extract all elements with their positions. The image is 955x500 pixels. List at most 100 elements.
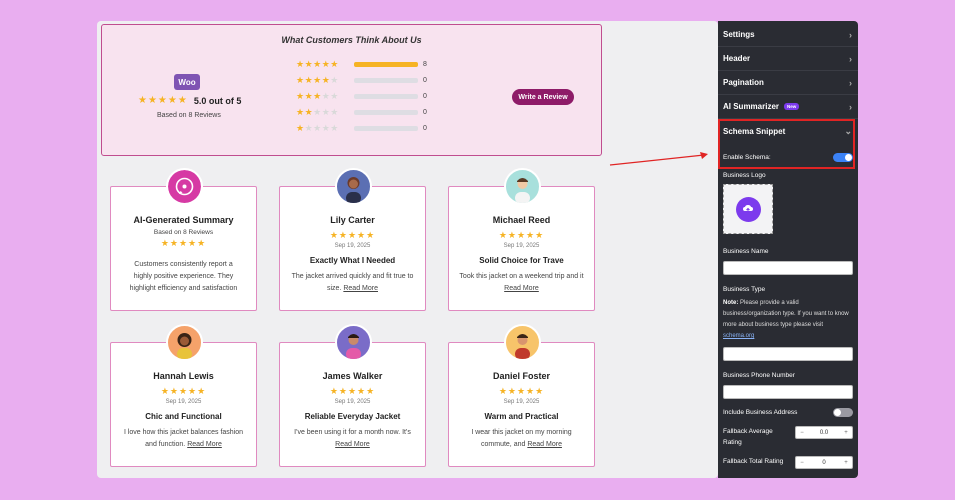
- ai-summary-text: Customers consistently report a highly p…: [129, 261, 238, 292]
- rating-distribution: ★★★★★ 8 ★★★★★ 0 ★★★★★ 0 ★★★★★ 0 ★★★★★ 0: [296, 56, 427, 136]
- distribution-stars: ★★★★★: [296, 90, 339, 101]
- review-stars: ★★★★★: [329, 386, 376, 396]
- read-more-link[interactable]: Read More: [187, 441, 222, 448]
- business-type-note: Note: Please provide a valid business/or…: [723, 298, 853, 342]
- enable-schema-label: Enable Schema:: [723, 154, 771, 161]
- review-date: Sep 19, 2025: [503, 399, 540, 405]
- distribution-count: 0: [423, 92, 427, 100]
- plus-icon[interactable]: +: [840, 460, 852, 466]
- review-text: I've been using it for a month now. It's: [294, 429, 411, 436]
- plus-icon[interactable]: +: [840, 430, 852, 436]
- section-pagination[interactable]: Pagination ›: [718, 71, 858, 95]
- fallback-average-stepper[interactable]: − 0.0 +: [795, 426, 853, 439]
- new-badge: New: [784, 103, 800, 110]
- distribution-bar: [354, 61, 418, 67]
- reviewer-avatar: [166, 324, 203, 361]
- schema-org-link[interactable]: schema.org: [723, 333, 754, 339]
- distribution-stars: ★★★★★: [296, 122, 339, 133]
- average-rating: ★★★★★ 5.0 out of 5: [138, 95, 241, 106]
- review-body: I wear this jacket on my morning commute…: [459, 427, 584, 451]
- chevron-right-icon: ›: [849, 101, 852, 112]
- review-text: Took this jacket on a weekend trip and i…: [459, 273, 584, 280]
- read-more-link[interactable]: Read More: [335, 441, 370, 448]
- distribution-row: ★★★★★ 0: [296, 72, 427, 88]
- include-address-label: Include Business Address: [723, 409, 798, 416]
- distribution-bar: [354, 125, 418, 131]
- business-name-input[interactable]: [723, 261, 853, 275]
- fallback-total-label: Fallback Total Rating: [723, 458, 784, 465]
- fallback-average-value: 0.0: [819, 429, 829, 436]
- ai-summary-subtitle: Based on 8 Reviews: [153, 229, 214, 236]
- business-phone-input[interactable]: [723, 385, 853, 399]
- review-body: Took this jacket on a weekend trip and i…: [459, 271, 584, 295]
- review-card: James Walker ★★★★★ Sep 19, 2025 Reliable…: [279, 324, 426, 467]
- include-address-toggle[interactable]: [833, 408, 853, 417]
- section-header[interactable]: Header ›: [718, 47, 858, 71]
- fallback-total-stepper[interactable]: − 0 +: [795, 456, 853, 469]
- based-on-count: Based on 8 Reviews: [157, 112, 221, 119]
- review-body: I love how this jacket balances fashion …: [121, 427, 246, 451]
- annotation-arrow: [609, 152, 708, 166]
- business-type-input[interactable]: [723, 347, 853, 361]
- ai-summary-title: AI-Generated Summary: [133, 215, 234, 225]
- distribution-bar: [354, 77, 418, 83]
- review-stars: ★★★★★: [498, 386, 545, 396]
- chevron-right-icon: ›: [849, 53, 852, 64]
- note-bold: Note:: [723, 300, 739, 306]
- review-text: I love how this jacket balances fashion …: [123, 429, 244, 448]
- rating-summary: What Customers Think About Us Woo ★★★★★ …: [101, 24, 602, 156]
- write-review-button[interactable]: Write a Review: [512, 89, 574, 105]
- review-stars: ★★★★★: [329, 230, 376, 240]
- business-logo-upload[interactable]: [723, 184, 773, 234]
- summary-title: What Customers Think About Us: [281, 35, 422, 45]
- reviewer-avatar: [504, 168, 541, 205]
- business-phone-label: Business Phone Number: [723, 372, 795, 379]
- review-date: Sep 19, 2025: [165, 399, 202, 405]
- business-logo-label: Business Logo: [723, 172, 766, 179]
- review-date: Sep 19, 2025: [334, 243, 371, 249]
- reviewer-name: Michael Reed: [492, 215, 551, 225]
- section-label: Header: [723, 54, 751, 63]
- distribution-row: ★★★★★ 0: [296, 120, 427, 136]
- review-body: I've been using it for a month now. It's…: [290, 427, 415, 451]
- distribution-stars: ★★★★★: [296, 74, 339, 85]
- minus-icon[interactable]: −: [796, 460, 808, 466]
- distribution-count: 8: [423, 60, 427, 68]
- read-more-link[interactable]: Read More: [343, 285, 378, 292]
- review-stars: ★★★★★: [160, 386, 207, 396]
- chevron-right-icon: ›: [849, 29, 852, 40]
- review-title: Warm and Practical: [484, 412, 559, 421]
- upload-icon: [735, 196, 761, 222]
- section-ai-summarizer[interactable]: AI Summarizer New ›: [718, 95, 858, 119]
- distribution-stars: ★★★★★: [296, 58, 339, 69]
- schema-highlight-box: [718, 119, 855, 169]
- distribution-row: ★★★★★ 8: [296, 56, 427, 72]
- review-body: The jacket arrived quickly and fit true …: [290, 271, 415, 295]
- distribution-bar-fill: [354, 61, 418, 67]
- section-label: Settings: [723, 30, 755, 39]
- distribution-count: 0: [423, 124, 427, 132]
- read-more-link[interactable]: Read More: [504, 285, 539, 292]
- reviewer-name: Hannah Lewis: [153, 371, 214, 381]
- ai-summary-card: AI-Generated Summary Based on 8 Reviews …: [110, 168, 257, 311]
- distribution-count: 0: [423, 76, 427, 84]
- section-settings[interactable]: Settings ›: [718, 23, 858, 47]
- reviewer-name: Lily Carter: [330, 215, 375, 225]
- reviewer-avatar: [335, 324, 372, 361]
- section-label: Pagination: [723, 78, 764, 87]
- review-title: Reliable Everyday Jacket: [304, 412, 401, 421]
- average-text: 5.0 out of 5: [193, 95, 242, 106]
- toggle-knob: [834, 409, 841, 416]
- fallback-average-label: Fallback Average Rating: [723, 428, 773, 446]
- distribution-row: ★★★★★ 0: [296, 88, 427, 104]
- reviewer-avatar: [335, 168, 372, 205]
- ai-summary-icon: [166, 168, 203, 205]
- reviewer-name: Daniel Foster: [492, 371, 550, 381]
- average-stars: ★★★★★: [138, 95, 188, 106]
- distribution-row: ★★★★★ 0: [296, 104, 427, 120]
- review-card: Michael Reed ★★★★★ Sep 19, 2025 Solid Ch…: [448, 168, 595, 311]
- read-more-link[interactable]: Read More: [527, 441, 562, 448]
- fallback-total-value: 0: [822, 459, 826, 466]
- minus-icon[interactable]: −: [796, 430, 808, 436]
- enable-schema-toggle[interactable]: [833, 153, 853, 162]
